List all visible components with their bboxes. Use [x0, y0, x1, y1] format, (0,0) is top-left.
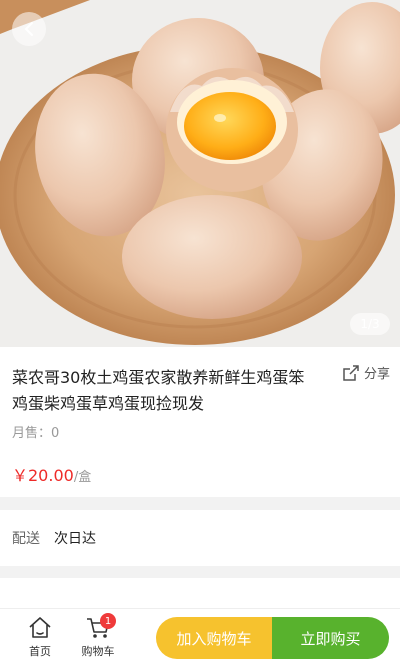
bottom-action-bar: 首页 1 购物车 加入购物车 立即购买: [0, 608, 400, 666]
product-image[interactable]: 1/3: [0, 0, 400, 347]
chevron-left-icon: [24, 22, 33, 36]
product-title: 菜农哥30枚土鸡蛋农家散养新鲜生鸡蛋笨鸡蛋柴鸡蛋草鸡蛋现捡现发: [12, 368, 305, 413]
image-counter: 1/3: [350, 313, 390, 335]
delivery-label: 配送: [12, 531, 40, 547]
home-label: 首页: [29, 645, 51, 658]
sales-value: 0: [51, 426, 60, 441]
egg-photo: [0, 0, 400, 347]
home-icon: [29, 617, 51, 638]
delivery-row[interactable]: 配送 次日达: [0, 510, 400, 566]
delivery-value: 次日达: [54, 531, 96, 547]
share-button[interactable]: 分享: [342, 363, 390, 382]
share-label: 分享: [363, 367, 390, 382]
back-button[interactable]: [12, 12, 46, 46]
cart-badge: 1: [100, 613, 116, 629]
monthly-sales: 月售：0: [12, 422, 59, 441]
sales-label: 月售：: [12, 426, 52, 441]
price-unit: /盒: [73, 470, 92, 485]
product-price: ￥20.00/盒: [12, 462, 91, 486]
home-nav-button[interactable]: 首页: [12, 615, 68, 659]
cart-label: 购物车: [81, 645, 115, 658]
cart-nav-button[interactable]: 1 购物车: [70, 613, 126, 659]
product-info-card: 菜农哥30枚土鸡蛋农家散养新鲜生鸡蛋笨鸡蛋柴鸡蛋草鸡蛋现捡现发 分享 月售：0 …: [0, 347, 400, 497]
share-icon: [343, 364, 359, 381]
price-value: ￥20.00: [12, 466, 74, 485]
add-to-cart-button[interactable]: 加入购物车: [156, 617, 272, 659]
buy-now-button[interactable]: 立即购买: [272, 617, 389, 659]
